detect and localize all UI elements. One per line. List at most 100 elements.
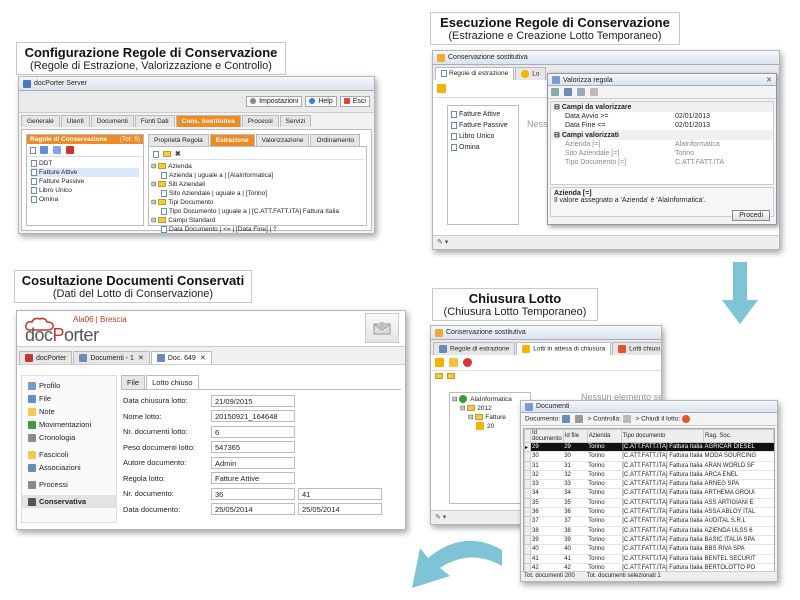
table-row[interactable]: 34 34 Torino [C.ATT.FATT.ITA] Fattura Itali… (524, 488, 774, 499)
tab-main[interactable]: Utenti (60, 115, 90, 127)
check-icon[interactable] (574, 415, 583, 423)
rule-item[interactable]: Fatture Attive (31, 168, 139, 177)
add-condition-icon[interactable] (153, 150, 159, 158)
tree-root[interactable]: AlaInformatica (470, 396, 512, 403)
table-row[interactable]: 35 35 Torino [C.ATT.FATT.ITA] Fattura Itali… (524, 497, 774, 509)
page-icon[interactable] (622, 415, 631, 423)
lot-field-value[interactable]: Admin (211, 456, 295, 469)
tab-rule[interactable]: Estrazione (209, 134, 255, 146)
lot-field-value[interactable]: 36 (211, 487, 295, 500)
property-row[interactable]: Data Avvio >= 02/01/2013 (551, 112, 773, 121)
tree-node[interactable]: ⊟ Azienda (151, 162, 364, 171)
section-toggle-icon[interactable]: ⊟ (554, 104, 562, 111)
column-header[interactable]: Azienda (586, 429, 622, 443)
delete-rule-icon[interactable] (65, 146, 74, 154)
rule-item[interactable]: Libro Unico (31, 186, 139, 195)
tree-item[interactable]: Fatture (485, 414, 506, 421)
lot-field-value[interactable]: 25/05/2014 (211, 503, 295, 516)
expand-icon[interactable]: ⊟ (151, 217, 158, 224)
table-row[interactable]: ▸ 29 29 Torino [C.ATT.FATT.ITA] Fattura Ital… (524, 441, 774, 453)
exit-button[interactable]: Esci (339, 96, 370, 107)
lot-field-value[interactable]: 41 (298, 487, 382, 500)
tab-rule[interactable]: Ordinamento (310, 134, 361, 146)
tab-web[interactable]: Documenti - 1 ✕ (73, 351, 150, 365)
expand-icon[interactable]: ⊟ (151, 181, 158, 188)
table-row[interactable]: 39 39 Torino [C.ATT.FATT.ITA] Fattura Itali… (524, 534, 774, 546)
tab-main[interactable]: Fonti Dati (134, 115, 175, 127)
close-tab-icon[interactable]: ✕ (200, 355, 206, 362)
close-tab-icon[interactable]: ✕ (138, 355, 144, 362)
proceed-button[interactable]: Procedi (732, 210, 770, 221)
folder-refresh-icon[interactable] (446, 373, 455, 380)
property-row[interactable]: Tipo Documento [=] C.ATT.FATT.ITA (551, 158, 773, 167)
new-rule-icon[interactable] (30, 146, 36, 154)
settings-button[interactable]: Impostazioni (246, 96, 303, 107)
column-header[interactable]: Rag. Soc. (703, 429, 774, 443)
tab-main[interactable]: Documenti (90, 115, 134, 127)
add-group-icon[interactable] (162, 151, 171, 158)
tab-close[interactable]: Regole di estrazione (433, 342, 516, 355)
table-row[interactable]: 30 30 Torino [C.ATT.FATT.ITA] Fattura Itali… (524, 451, 774, 462)
table-row[interactable]: 33 33 Torino [C.ATT.FATT.ITA] Fattura Itali… (524, 479, 774, 490)
page-icon[interactable] (589, 88, 598, 96)
close-lot-icon[interactable] (682, 415, 690, 423)
lot-icon[interactable] (435, 358, 444, 367)
tools-icon[interactable]: ✎ ▾ (437, 239, 448, 246)
table-row[interactable]: 32 32 Torino [C.ATT.FATT.ITA] Fattura Itali… (524, 469, 774, 481)
rule-item[interactable]: DDT (31, 159, 139, 168)
sidebar-item[interactable]: Fascicoli (22, 448, 116, 461)
sidebar-item[interactable]: Movimentazioni (22, 418, 116, 431)
rule-item[interactable]: Libro Unico (451, 131, 515, 142)
rule-item[interactable]: Fatture Passive (451, 120, 515, 131)
section-toggle-icon[interactable]: ⊟ (554, 132, 562, 139)
tab-content[interactable]: File (121, 375, 146, 389)
table-row[interactable]: 41 41 Torino [C.ATT.FATT.ITA] Fattura Itali… (524, 553, 774, 564)
run-rule-icon[interactable] (437, 84, 446, 93)
sort-icon[interactable] (551, 88, 559, 96)
property-row[interactable]: Azienda [=] AlaInformatica (551, 140, 773, 149)
lot-field-value[interactable]: 547365 (211, 441, 295, 454)
tab-web[interactable]: Doc. 649 ✕ (150, 351, 212, 365)
property-row[interactable]: Data Fine <= 02/01/2013 (551, 121, 773, 130)
column-header[interactable]: Id file (562, 429, 588, 443)
tab-main[interactable]: Servizi (279, 115, 312, 127)
table-row[interactable]: 31 31 Torino [C.ATT.FATT.ITA] Fattura Itali… (524, 460, 774, 471)
sort-az-icon[interactable] (563, 88, 572, 96)
sidebar-item[interactable]: Note (22, 405, 116, 418)
rule-item[interactable]: Omina (31, 195, 139, 204)
property-row[interactable]: Sito Aziendale [=] Torino (551, 149, 773, 158)
tree-node[interactable]: Tipo Documento | uguale a | [C.ATT.FATT.… (151, 207, 364, 216)
rule-item[interactable]: Fatture Attive (451, 109, 515, 120)
lot-close-icon[interactable] (448, 358, 458, 367)
tree-node[interactable]: Data Documento | <= | [Data Fine] | ? (151, 225, 364, 233)
folder-icon[interactable] (435, 373, 443, 380)
expand-icon[interactable]: ⊟ (151, 163, 158, 170)
tab-rule[interactable]: Proprietà Regola (148, 134, 209, 146)
tree-year[interactable]: 2012 (477, 405, 491, 412)
sidebar-item[interactable]: Cronologia (22, 431, 116, 444)
tree-node[interactable]: ⊟ Tipi Documento (151, 198, 364, 207)
lot-field-value[interactable]: 20150921_164648 (211, 410, 295, 423)
close-icon[interactable]: ✕ (766, 76, 772, 84)
tab-main[interactable]: Generale (21, 115, 60, 127)
copy-rule-icon[interactable] (52, 146, 61, 154)
tree-node[interactable]: ⊟ Campi Standard (151, 216, 364, 225)
table-row[interactable]: 40 40 Torino [C.ATT.FATT.ITA] Fattura Itali… (524, 544, 774, 555)
tab-extraction-rules[interactable]: Regole di estrazione (435, 67, 515, 80)
sidebar-item[interactable]: Profilo (22, 379, 116, 392)
sidebar-item[interactable]: Conservativa (22, 495, 116, 508)
rule-item[interactable]: Omina (451, 142, 515, 153)
expand-icon[interactable]: ⊟ (151, 199, 158, 206)
mail-button[interactable] (365, 313, 399, 343)
rule-item[interactable]: Fatture Passive (31, 177, 139, 186)
tree-node[interactable]: Sito Aziendale | uguale a | [Torino] (151, 189, 364, 198)
lot-field-value[interactable]: Fatture Attive (211, 472, 295, 485)
tree-node[interactable]: Azienda | uguale a | [AlaInformatica] (151, 171, 364, 180)
table-row[interactable]: 36 36 Torino [C.ATT.FATT.ITA] Fattura Itali… (524, 507, 774, 518)
lot-field-value[interactable]: 21/09/2015 (211, 394, 295, 407)
tab-main[interactable]: Processi (241, 115, 279, 127)
grid-icon[interactable] (576, 88, 585, 96)
tab-close[interactable]: Lotti in attesa di chiusura (516, 342, 612, 355)
tools-icon[interactable]: ✎ ▾ (435, 514, 446, 521)
delete-icon[interactable] (462, 358, 472, 367)
